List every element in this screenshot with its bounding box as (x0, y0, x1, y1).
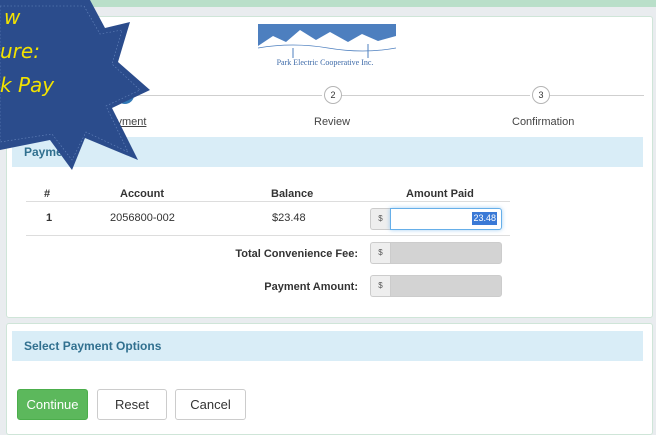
table-row-divider (26, 235, 510, 236)
payment-section-header: Payment (12, 137, 643, 167)
amount-paid-input[interactable]: 23.48 (390, 208, 502, 230)
step-2-circle: 2 (324, 86, 342, 104)
payment-amount-field (390, 275, 502, 297)
amount-paid-value: 23.48 (472, 212, 497, 225)
step-connector (548, 95, 644, 96)
currency-addon: $ (370, 208, 390, 230)
continue-button[interactable]: Continue (17, 389, 88, 420)
step-1-label[interactable]: Payment (103, 116, 146, 128)
payment-amount-label: Payment Amount: (264, 281, 358, 293)
step-1-circle: 1 (116, 86, 134, 104)
convenience-fee-field (390, 242, 502, 264)
row-account: 2056800-002 (110, 212, 175, 224)
step-connector (130, 95, 322, 96)
currency-addon: $ (370, 242, 390, 264)
row-balance: $23.48 (272, 212, 306, 224)
table-header-divider (26, 201, 510, 202)
currency-addon: $ (370, 275, 390, 297)
options-section-header: Select Payment Options (12, 331, 643, 361)
options-section-title: Select Payment Options (24, 339, 162, 353)
convenience-fee-label: Total Convenience Fee: (235, 248, 358, 260)
row-number: 1 (46, 212, 53, 224)
col-header-account: Account (120, 188, 164, 200)
col-header-balance: Balance (271, 188, 314, 200)
top-bar (0, 0, 656, 7)
col-header-amount-paid: Amount Paid (406, 188, 474, 200)
step-connector (340, 95, 530, 96)
reset-button[interactable]: Reset (97, 389, 167, 420)
cancel-button[interactable]: Cancel (175, 389, 246, 420)
payment-section-title: Payment (24, 145, 75, 159)
col-header-number: # (44, 188, 51, 200)
logo-text: Park Electric Cooperative Inc. (276, 58, 374, 67)
step-2-label: Review (314, 116, 351, 128)
step-3-label: Confirmation (512, 116, 575, 128)
step-3-circle: 3 (532, 86, 550, 104)
